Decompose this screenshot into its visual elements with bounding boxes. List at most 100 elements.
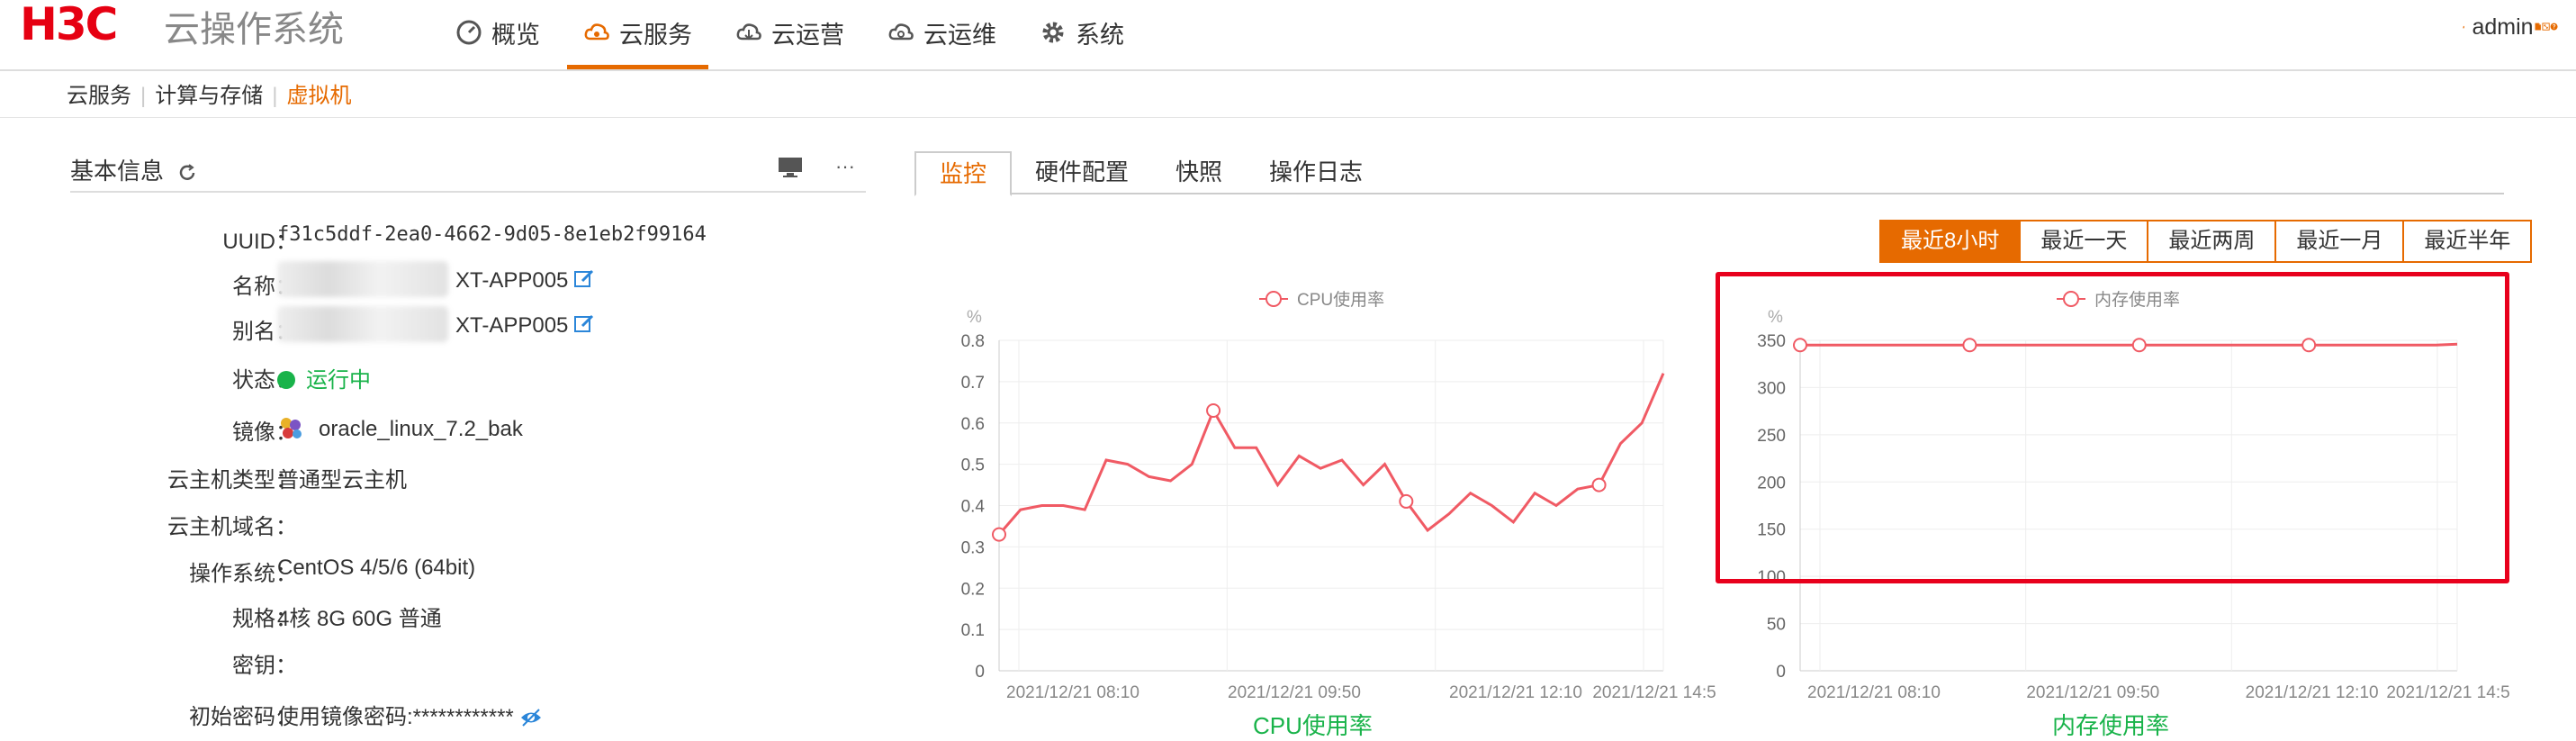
name-value: XT-APP005 (455, 268, 595, 294)
nav-system[interactable]: 系统 (1023, 0, 1140, 65)
range-8-hours[interactable]: 最近8小时 (1881, 221, 2020, 261)
alias-row: 别名： XT-APP005 (70, 306, 866, 349)
nav-label: 系统 (1076, 21, 1124, 49)
nav-label: 概览 (491, 21, 540, 49)
dashboard-icon (456, 20, 482, 45)
image-row: 镜像： oracle_linux_7.2_bak (70, 414, 866, 450)
breadcrumb-vm[interactable]: 虚拟机 (277, 84, 360, 108)
range-half-year[interactable]: 最近半年 (2402, 221, 2531, 261)
top-bar: H3C 云操作系统 概览 云服务 云运营 云运维 系统 admin ? (0, 0, 2576, 71)
uuid-row: UUID： f31c5ddf-2ea0-4662-9d05-8e1eb2f991… (70, 223, 866, 259)
y-tick-label: 0 (1776, 663, 1786, 682)
image-value: oracle_linux_7.2_bak (277, 414, 523, 442)
instance-type-row: 云主机类型： 普通型云主机 (70, 462, 866, 498)
y-tick-label: 0.7 (961, 374, 985, 393)
password-value: 使用镜像密码:************ (277, 699, 543, 730)
divider (0, 117, 2576, 118)
show-password-icon[interactable] (519, 706, 543, 729)
legend-label: CPU使用率 (1297, 290, 1384, 310)
more-options-icon[interactable]: ··· (835, 155, 855, 178)
x-tick-label: 2021/12/21 12:10 (2246, 683, 2379, 702)
y-tick-label: 50 (1767, 616, 1786, 635)
status-value: 运行中 (277, 362, 371, 393)
y-tick-label: 0.5 (961, 456, 985, 475)
y-axis-unit: % (967, 308, 982, 327)
name-row: 名称： XT-APP005 (70, 261, 866, 304)
user-icon[interactable] (2463, 14, 2465, 41)
tab-operation-log[interactable]: 操作日志 (1246, 151, 1386, 193)
nav-label: 云运营 (771, 21, 844, 49)
range-2-weeks[interactable]: 最近两周 (2147, 221, 2275, 261)
nav-cloud-operation[interactable]: 云运营 (719, 0, 860, 65)
edit-icon[interactable] (573, 268, 595, 290)
cloud-service-icon (584, 23, 609, 41)
os-value: CentOS 4/5/6 (64bit) (277, 556, 476, 580)
x-tick-label: 2021/12/21 08:10 (1006, 683, 1139, 702)
data-point (1591, 477, 1607, 492)
alias-value: XT-APP005 (455, 313, 595, 339)
x-tick-label: 2021/12/21 08:10 (1807, 683, 1941, 702)
gear-icon (1042, 22, 1064, 43)
data-point (1206, 402, 1221, 418)
status-dot-icon (277, 371, 295, 389)
console-icon[interactable] (778, 157, 803, 178)
domain-row: 云主机域名： (70, 509, 866, 545)
instance-type-value: 普通型云主机 (277, 468, 407, 492)
range-1-day[interactable]: 最近一天 (2019, 221, 2148, 261)
tab-monitor[interactable]: 监控 (914, 151, 1013, 196)
tab-snapshot[interactable]: 快照 (1152, 151, 1246, 193)
y-tick-label: 0.6 (961, 415, 985, 434)
cpu-chart-title: CPU使用率 (1253, 712, 1373, 739)
time-range-selector: 最近8小时 最近一天 最近两周 最近一月 最近半年 (1879, 220, 2533, 263)
range-1-month[interactable]: 最近一月 (2274, 221, 2403, 261)
key-row: 密钥： (70, 647, 866, 683)
y-tick-label: 0.4 (961, 498, 986, 517)
nav-overview[interactable]: 概览 (439, 0, 556, 65)
x-tick-label: 2021/12/21 09:50 (2026, 683, 2159, 702)
redacted-blur (277, 306, 448, 342)
os-row: 操作系统： CentOS 4/5/6 (64bit) (70, 556, 866, 592)
info-label: 密钥： (232, 654, 297, 678)
info-label: 云主机域名： (167, 515, 297, 539)
basic-info-panel: 基本信息 ··· UUID： f31c5ddf-2ea0-4662-9d05-8… (70, 153, 866, 729)
cloud-maintenance-icon (888, 23, 914, 41)
fullscreen-icon[interactable] (2542, 23, 2550, 32)
series-line (997, 373, 1665, 536)
spec-value: 4核 8G 60G 普通 (277, 607, 442, 631)
help-icon[interactable]: ? (2550, 23, 2558, 31)
y-tick-label: 0 (975, 663, 985, 682)
highlight-box (1716, 272, 2509, 583)
edit-icon[interactable] (573, 313, 595, 335)
breadcrumb-compute-storage[interactable]: 计算与存储 (146, 84, 272, 108)
main-nav: 概览 云服务 云运营 云运维 系统 (439, 0, 1151, 69)
y-tick-label: 0.1 (961, 621, 985, 640)
y-tick-label: 0.2 (961, 580, 985, 599)
password-row: 初始密码： 使用镜像密码:************ (70, 699, 866, 735)
document-icon[interactable] (2534, 23, 2542, 31)
svg-text:?: ? (2553, 24, 2556, 31)
brand-logo: H3C (20, 0, 118, 50)
nav-cloud-service[interactable]: 云服务 (567, 0, 708, 69)
x-tick-label: 2021/12/21 14:5 (2386, 683, 2509, 702)
breadcrumb: 云服务 | 计算与存储 | 虚拟机 (58, 77, 360, 109)
legend-marker (1265, 291, 1282, 307)
y-tick-label: 0.8 (961, 332, 985, 351)
tab-hardware[interactable]: 硬件配置 (1012, 151, 1152, 193)
cloud-operation-icon (736, 23, 761, 41)
oracle-linux-icon (281, 418, 302, 438)
x-tick-label: 2021/12/21 12:10 (1449, 683, 1582, 702)
nav-label: 云服务 (619, 21, 692, 49)
memory-chart-title: 内存使用率 (2052, 712, 2170, 739)
basic-info-header: 基本信息 ··· (70, 153, 866, 193)
data-point (1399, 493, 1414, 509)
breadcrumb-cloud-service[interactable]: 云服务 (58, 84, 140, 108)
spec-row: 规格： 4核 8G 60G 普通 (70, 601, 866, 637)
x-tick-label: 2021/12/21 09:50 (1228, 683, 1361, 702)
detail-tabs: 监控 硬件配置 快照 操作日志 (914, 151, 2504, 196)
y-tick-label: 0.3 (961, 538, 985, 557)
nav-cloud-maintenance[interactable]: 云运维 (871, 0, 1013, 65)
data-point (992, 527, 1006, 542)
brand-name: 云操作系统 (164, 10, 344, 50)
username[interactable]: admin (2472, 14, 2533, 41)
refresh-icon[interactable] (177, 163, 197, 183)
